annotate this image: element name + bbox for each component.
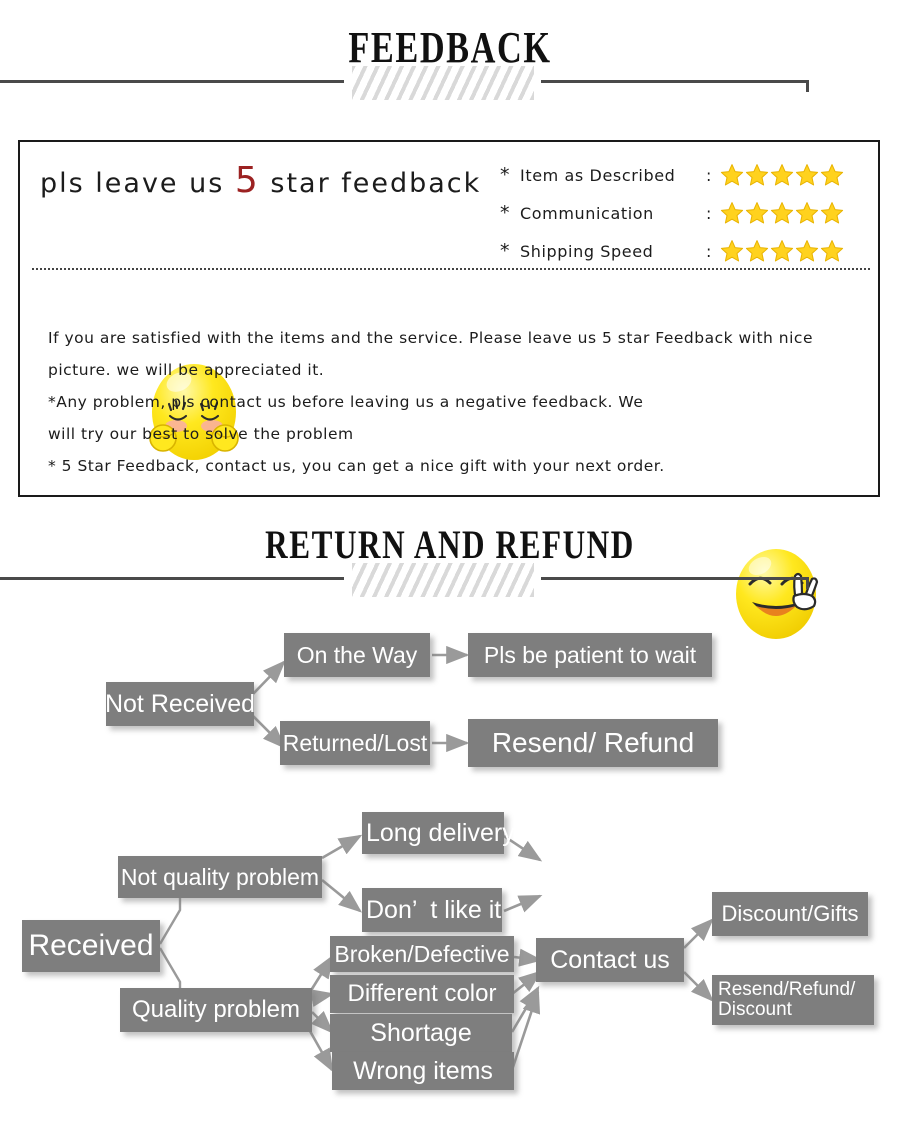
star-icon bbox=[720, 202, 744, 224]
star-icon bbox=[770, 164, 794, 186]
flow-node-on-the-way[interactable]: On the Way bbox=[284, 633, 430, 677]
body-line: If you are satisfied with the items and … bbox=[48, 329, 813, 347]
divider-hatch-icon bbox=[352, 66, 534, 100]
feedback-headline: pls leave us 5 star feedback bbox=[40, 160, 481, 201]
star-icon bbox=[820, 164, 844, 186]
rating-label: Communication bbox=[520, 203, 654, 223]
rating-row: * Communication : bbox=[500, 194, 880, 232]
star-icon bbox=[720, 164, 744, 186]
rating-row: * Shipping Speed : bbox=[500, 232, 880, 270]
divider-rule-left bbox=[0, 577, 344, 580]
flow-node-not-quality-problem[interactable]: Not quality problem bbox=[118, 856, 322, 898]
divider-rule-right bbox=[541, 577, 808, 580]
star-icon bbox=[770, 240, 794, 262]
rating-label: Shipping Speed bbox=[520, 241, 654, 261]
divider-corner-tick bbox=[806, 80, 809, 92]
divider-feedback bbox=[0, 66, 900, 100]
divider-return bbox=[0, 563, 900, 597]
flow-node-pls-be-patient[interactable]: Pls be patient to wait bbox=[468, 633, 712, 677]
flow-node-resend-refund-discount[interactable]: Resend/Refund/ Discount bbox=[712, 975, 874, 1025]
flow-node-quality-problem[interactable]: Quality problem bbox=[120, 988, 312, 1032]
star-icon bbox=[770, 202, 794, 224]
star-icon bbox=[745, 240, 769, 262]
star-rating-item-as-described bbox=[720, 163, 844, 187]
divider-corner-tick bbox=[806, 577, 809, 589]
body-line: picture. we will be appreciated it. bbox=[48, 361, 325, 379]
flow-node-broken-defective[interactable]: Broken/Defective bbox=[330, 936, 514, 972]
star-icon bbox=[795, 164, 819, 186]
body-line: *Any problem, pls contact us before leav… bbox=[48, 393, 644, 411]
body-line: will try our best to solve the problem bbox=[48, 425, 354, 443]
flow-node-wrong-items[interactable]: Wrong items bbox=[332, 1052, 514, 1090]
divider-hatch-icon bbox=[352, 563, 534, 597]
headline-text-after: star feedback bbox=[259, 168, 482, 199]
flow-node-different-color[interactable]: Different color bbox=[330, 975, 514, 1013]
feedback-body-text: If you are satisfied with the items and … bbox=[48, 322, 858, 482]
divider-rule-left bbox=[0, 80, 344, 83]
star-icon bbox=[720, 240, 744, 262]
return-refund-flowchart: Not Received On the Way Pls be patient t… bbox=[0, 600, 900, 1100]
star-icon bbox=[795, 240, 819, 262]
flow-node-long-delivery[interactable]: Long delivery bbox=[362, 812, 515, 854]
flow-node-received[interactable]: Received bbox=[22, 920, 160, 972]
star-icon bbox=[745, 202, 769, 224]
asterisk-icon: * bbox=[500, 240, 510, 262]
rating-list: * Item as Described : * Communication : … bbox=[500, 156, 880, 270]
feedback-card: pls leave us 5 star feedback * Item as D… bbox=[18, 140, 880, 639]
star-icon bbox=[745, 164, 769, 186]
flow-node-resend-refund[interactable]: Resend/ Refund bbox=[468, 719, 718, 767]
asterisk-icon: * bbox=[500, 164, 510, 186]
rating-row: * Item as Described : bbox=[500, 156, 880, 194]
rating-colon: : bbox=[706, 203, 712, 223]
headline-star-count: 5 bbox=[234, 160, 260, 201]
flow-node-returned-lost[interactable]: Returned/Lost bbox=[280, 721, 430, 765]
flow-node-discount-gifts[interactable]: Discount/Gifts bbox=[712, 892, 868, 936]
star-rating-shipping-speed bbox=[720, 239, 844, 263]
resend-refund-line-2: Discount bbox=[718, 999, 792, 1020]
flow-node-contact-us[interactable]: Contact us bbox=[536, 938, 684, 982]
flow-node-not-received[interactable]: Not Received bbox=[105, 682, 255, 726]
headline-text-before: pls leave us bbox=[40, 168, 235, 199]
divider-rule-right bbox=[541, 80, 808, 83]
resend-refund-line-1: Resend/Refund/ bbox=[718, 979, 856, 1001]
asterisk-icon: * bbox=[500, 202, 510, 224]
body-line: * 5 Star Feedback, contact us, you can g… bbox=[48, 457, 665, 475]
card-dotted-divider bbox=[32, 268, 870, 270]
flow-node-shortage[interactable]: Shortage bbox=[330, 1014, 512, 1052]
rating-colon: : bbox=[706, 241, 712, 261]
star-icon bbox=[795, 202, 819, 224]
flow-node-dont-like-it[interactable]: Don’ t like it bbox=[362, 888, 502, 932]
rating-label: Item as Described bbox=[520, 165, 676, 185]
star-icon bbox=[820, 202, 844, 224]
page-title-return-and-refund: RETURN AND REFUND bbox=[265, 522, 635, 567]
rating-colon: : bbox=[706, 165, 712, 185]
star-rating-communication bbox=[720, 201, 844, 225]
star-icon bbox=[820, 240, 844, 262]
